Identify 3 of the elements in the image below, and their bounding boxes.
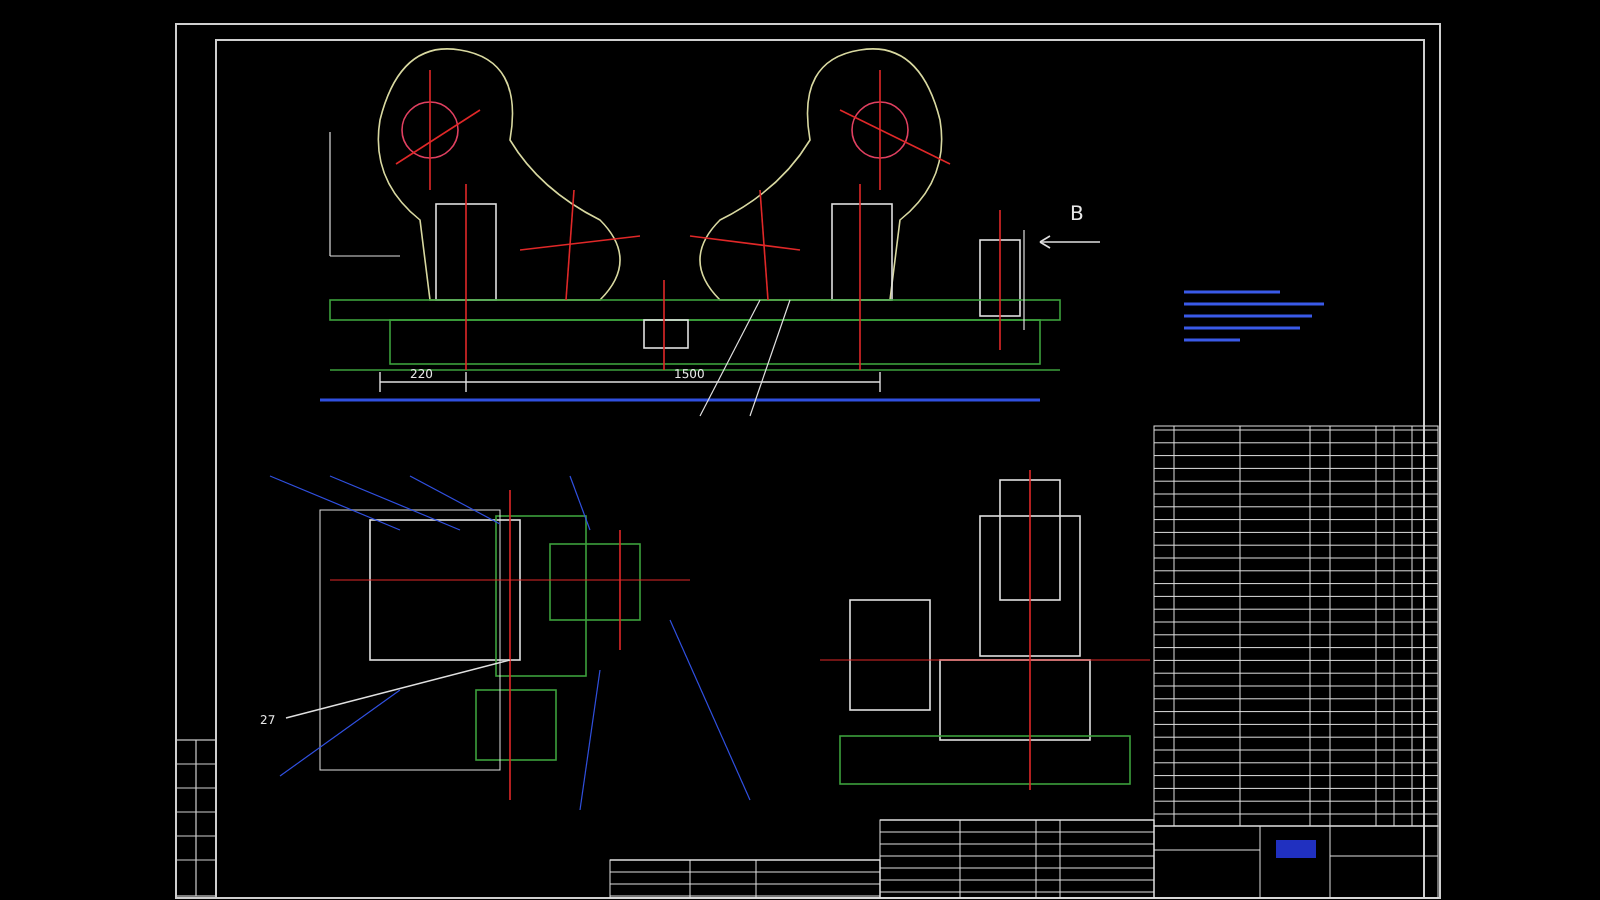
view-label: B — [1070, 204, 1084, 226]
view-arrow — [1039, 235, 1101, 249]
note-text-drawing — [1184, 290, 1324, 342]
